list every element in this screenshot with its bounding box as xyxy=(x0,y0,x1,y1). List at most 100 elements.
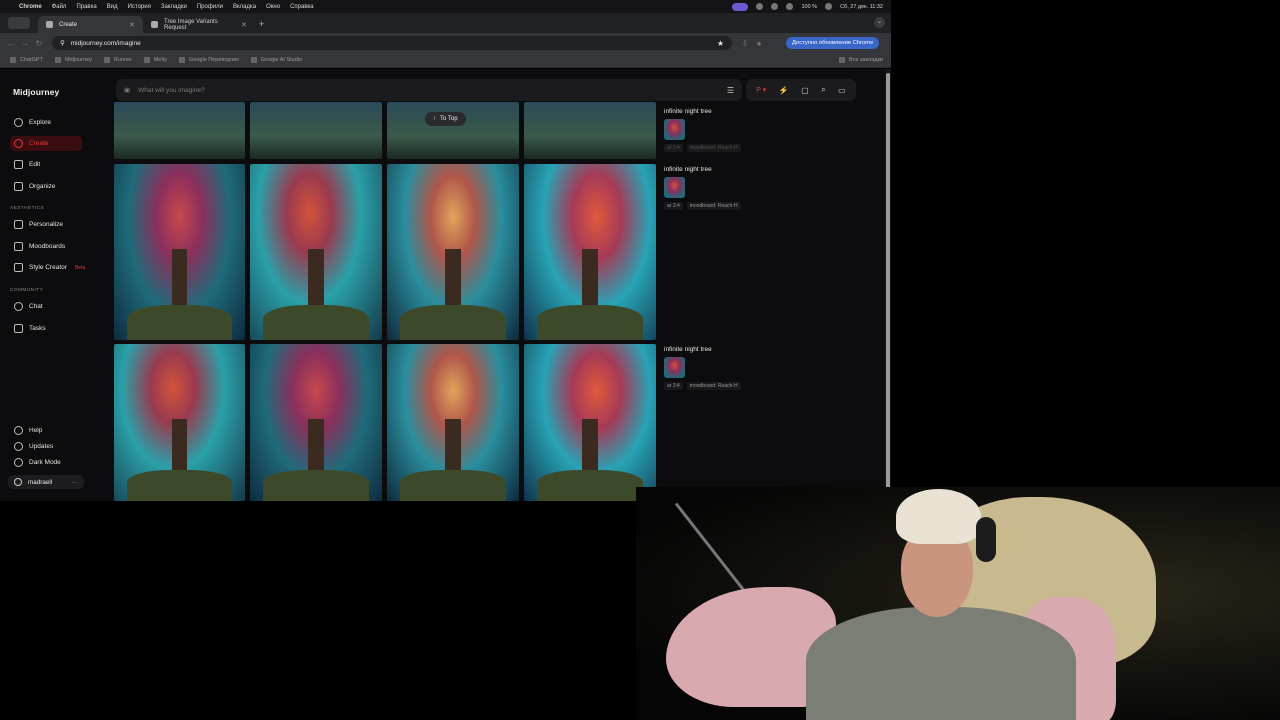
bookmark-item[interactable]: Google Переводчик xyxy=(179,57,239,63)
logo[interactable]: Midjourney xyxy=(13,87,59,97)
menu-help[interactable]: Справка xyxy=(290,4,314,10)
menu-edit[interactable]: Правка xyxy=(76,4,96,10)
moodboard-thumbnail[interactable] xyxy=(664,177,685,198)
close-icon[interactable]: ✕ xyxy=(129,21,135,29)
sidebar-item-updates[interactable]: Updates xyxy=(10,439,82,454)
sidebar-item-chat[interactable]: Chat xyxy=(10,299,82,314)
wifi-icon[interactable] xyxy=(825,3,833,10)
beta-badge: Beta xyxy=(74,264,86,271)
prompt-text[interactable]: infinite night tree xyxy=(664,166,864,173)
prompt-bar[interactable]: ▣ What will you imagine? ☰ xyxy=(116,79,742,101)
clock[interactable]: Сб, 27 дек. 11:32 xyxy=(840,4,883,10)
recording-icon[interactable] xyxy=(732,2,749,11)
sidebar-item-organize[interactable]: Organize xyxy=(10,179,82,194)
image-tile[interactable] xyxy=(387,102,519,159)
image-tile[interactable] xyxy=(114,344,245,501)
sidebar-item-tasks[interactable]: Tasks xyxy=(10,321,82,336)
bookmark-item[interactable]: Runner xyxy=(103,57,132,63)
sidebar-item-style-creator[interactable]: Style Creator Beta xyxy=(10,260,100,275)
menu-bookmarks[interactable]: Закладки xyxy=(161,4,187,10)
reload-icon[interactable]: ↻ xyxy=(34,39,44,48)
tab-create[interactable]: Create ✕ xyxy=(38,16,143,33)
chrome-update-button[interactable]: Доступно обновление Chrome xyxy=(786,37,880,49)
image-tile[interactable] xyxy=(387,344,519,501)
prompt-input[interactable]: What will you imagine? xyxy=(138,87,204,94)
telegram-icon[interactable] xyxy=(771,3,779,10)
tab-tree-variants[interactable]: Tree Image Variants Request ✕ xyxy=(143,16,255,33)
image-tile[interactable] xyxy=(114,164,245,340)
menu-view[interactable]: Вид xyxy=(107,4,118,10)
to-top-button[interactable]: ↑ To Top xyxy=(425,112,466,126)
help-icon xyxy=(14,426,23,435)
prompt-panel: infinite night tree ar 3:4 moodboard: Re… xyxy=(664,166,864,210)
bookmark-star-icon[interactable]: ★ xyxy=(717,39,724,48)
bookmark-item[interactable]: Google AI Studio xyxy=(250,57,303,63)
scrollbar[interactable] xyxy=(885,69,891,501)
moodboard-tag[interactable]: moodboard: Reach-H xyxy=(686,144,741,152)
sidebar-item-label: Updates xyxy=(29,443,54,450)
download-icon[interactable]: ⇩ xyxy=(740,39,750,48)
sidebar-item-edit[interactable]: Edit xyxy=(10,157,82,172)
speed-icon[interactable]: ⚡ xyxy=(779,86,789,95)
bell-icon xyxy=(14,442,23,451)
image-tile[interactable] xyxy=(524,344,656,501)
bookmark-item[interactable]: Melty xyxy=(143,57,167,63)
image-tile[interactable] xyxy=(524,102,656,159)
image-tile[interactable] xyxy=(524,164,656,340)
url-input[interactable]: ⚲ midjourney.com/imagine ★ xyxy=(52,36,732,50)
profile-icon[interactable]: ● xyxy=(754,39,764,48)
moodboard-thumbnail[interactable] xyxy=(664,119,685,140)
status-icon[interactable] xyxy=(756,3,764,10)
moodboard-tag[interactable]: moodboard: Reach-H xyxy=(686,202,741,210)
menu-file[interactable]: Файл xyxy=(52,4,67,10)
image-tile[interactable] xyxy=(250,164,382,340)
sidebar: Midjourney Explore Create Edit Organize … xyxy=(0,69,110,501)
bookmark-item[interactable]: Midjourney xyxy=(54,57,92,63)
all-bookmarks[interactable]: Все закладки xyxy=(838,57,883,63)
menu-profiles[interactable]: Профили xyxy=(197,4,223,10)
moodboard-thumbnail[interactable] xyxy=(664,357,685,378)
new-tab-icon[interactable]: + xyxy=(259,19,264,29)
settings-sliders-icon[interactable]: ☰ xyxy=(727,86,734,95)
bookmark-item[interactable]: ChatGPT xyxy=(10,57,43,63)
back-icon[interactable]: ← xyxy=(6,39,16,48)
sidebar-item-create[interactable]: Create xyxy=(10,136,82,151)
moodboard-tag[interactable]: moodboard: Reach-H xyxy=(686,382,741,390)
image-upload-icon[interactable]: ▣ xyxy=(124,86,130,94)
menu-history[interactable]: История xyxy=(128,4,151,10)
image-tile[interactable] xyxy=(250,344,382,501)
sidebar-item-help[interactable]: Help xyxy=(10,423,82,438)
image-tile[interactable] xyxy=(114,102,245,159)
section-community: COMMUNITY xyxy=(10,288,44,293)
image-tile[interactable] xyxy=(250,102,382,159)
sidebar-item-label: Help xyxy=(29,427,43,434)
section-aesthetics: AESTHETICS xyxy=(10,206,45,211)
menu-tab[interactable]: Вкладка xyxy=(233,4,256,10)
sidebar-item-moodboards[interactable]: Moodboards xyxy=(10,239,82,254)
more-icon[interactable]: ··· xyxy=(72,479,78,486)
aspect-ratio-tag: ar 3:4 xyxy=(664,382,683,390)
bookmark-label: Google AI Studio xyxy=(260,57,303,63)
sidebar-toggle-icon[interactable] xyxy=(8,17,30,29)
prompt-text[interactable]: infinite night tree xyxy=(664,108,864,115)
personalize-toggle-icon[interactable]: P ▾ xyxy=(756,86,766,94)
image-tile[interactable] xyxy=(387,164,519,340)
menu-window[interactable]: Окно xyxy=(266,4,280,10)
close-icon[interactable]: ✕ xyxy=(241,21,247,29)
forward-icon[interactable]: → xyxy=(20,39,30,48)
sidebar-item-personalize[interactable]: Personalize xyxy=(10,217,82,232)
top-toolbar: P ▾ ⚡ ▢ ⌕ ▭ xyxy=(746,79,856,101)
sidebar-item-explore[interactable]: Explore xyxy=(10,115,82,130)
menu-chrome[interactable]: Chrome xyxy=(19,4,42,10)
folder-icon[interactable]: ▭ xyxy=(838,86,846,95)
menubar-status: 100 % Сб, 27 дек. 11:32 xyxy=(732,0,883,13)
scrollbar-thumb[interactable] xyxy=(886,73,890,497)
headphones-icon[interactable] xyxy=(786,3,794,10)
tab-search-icon[interactable]: ⌄ xyxy=(874,17,885,28)
search-icon[interactable]: ⌕ xyxy=(821,85,825,95)
user-menu[interactable]: madraell ··· xyxy=(8,475,84,489)
chat-bubble-icon[interactable]: ▢ xyxy=(801,86,809,95)
site-info-icon[interactable]: ⚲ xyxy=(60,39,65,47)
prompt-text[interactable]: infinite night tree xyxy=(664,346,864,353)
sidebar-item-dark-mode[interactable]: Dark Mode xyxy=(10,455,82,470)
